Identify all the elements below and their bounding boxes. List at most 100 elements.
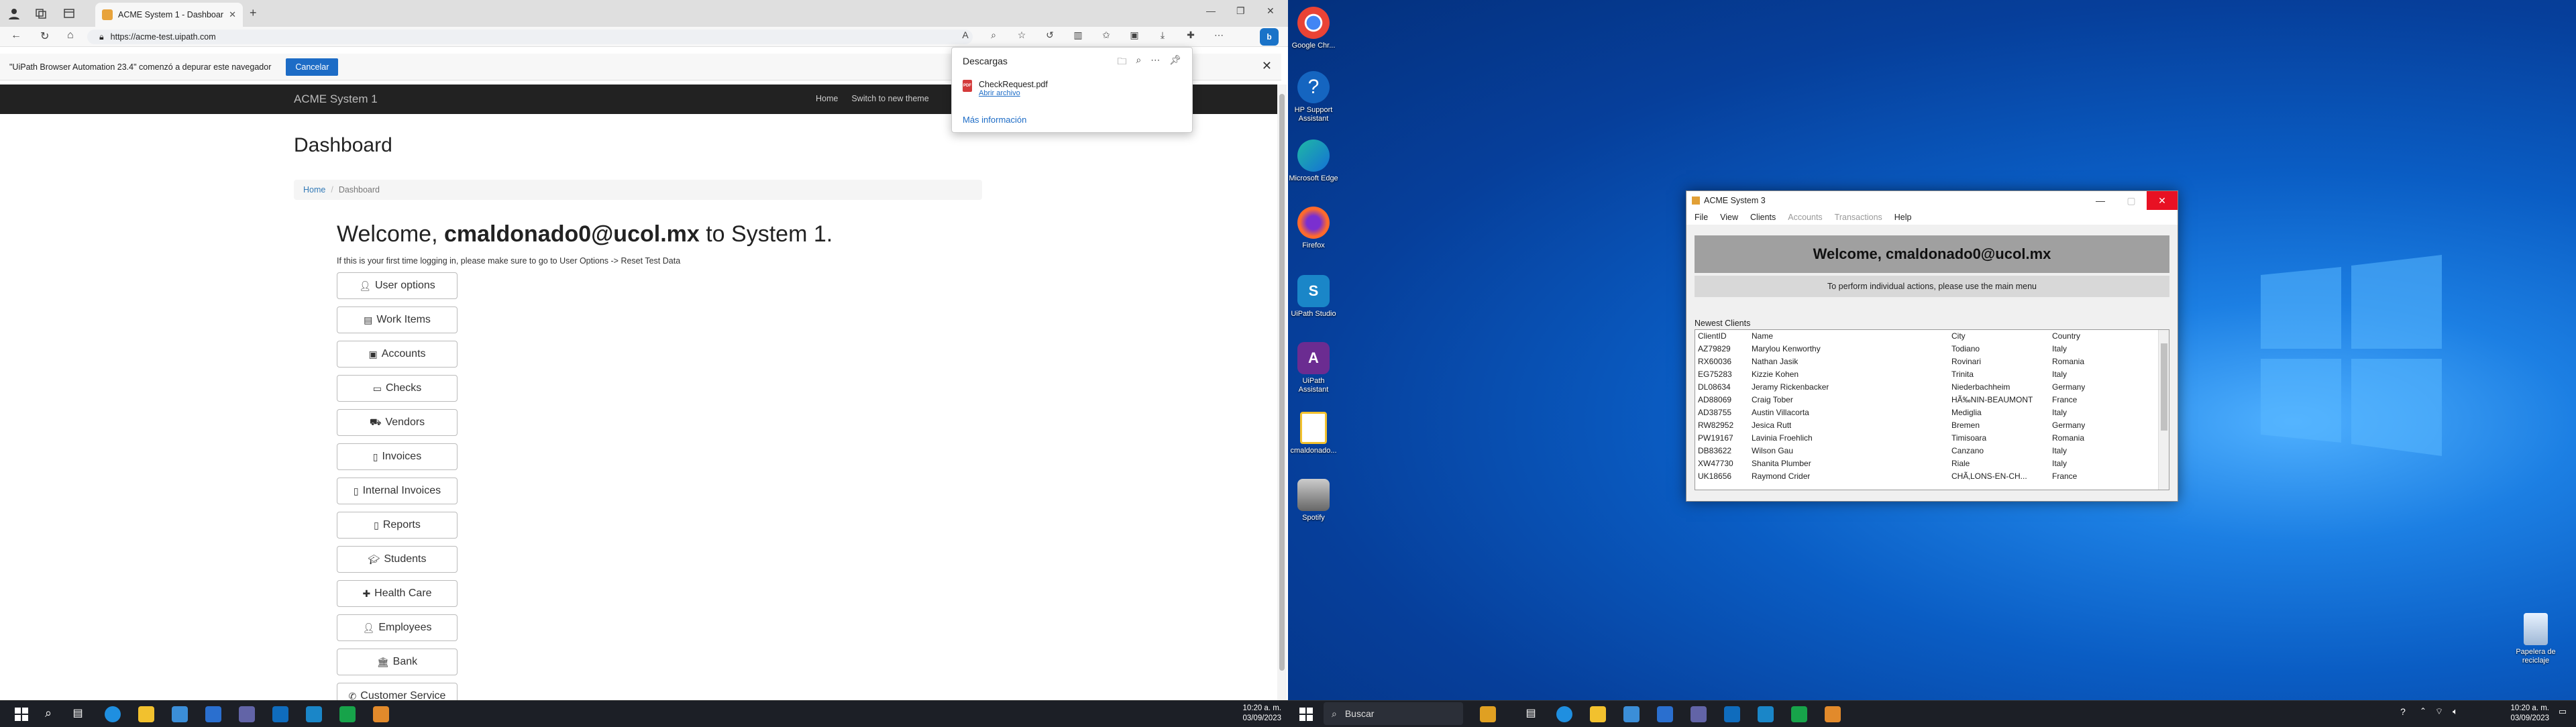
bank-button[interactable]: 🏛︎ Bank	[337, 649, 458, 675]
desktop-icon-firefox[interactable]: Firefox	[1287, 207, 1340, 250]
desktop-icon-uipath-assistant[interactable]: A UiPath Assistant	[1287, 342, 1340, 394]
mail-icon[interactable]	[1657, 706, 1673, 722]
user-options-button[interactable]: 👤︎ User options	[337, 272, 458, 299]
menu-view[interactable]: View	[1720, 213, 1738, 222]
tab-actions-icon[interactable]	[62, 6, 76, 21]
download-file-name[interactable]: CheckRequest.pdf	[979, 80, 1048, 89]
teams-icon[interactable]	[1690, 706, 1707, 722]
green-app-icon[interactable]	[1791, 706, 1807, 722]
table-row[interactable]: XW47730 Shanita Plumber Riale Italy	[1695, 457, 2158, 470]
search-icon[interactable]: ⌕	[1136, 54, 1141, 70]
table-row[interactable]: RX60036 Nathan Jasik Rovinari Romania	[1695, 355, 2158, 368]
tray-chevron-icon[interactable]: ⌃	[2415, 706, 2431, 722]
acme-app-icon[interactable]	[373, 706, 389, 722]
vendors-button[interactable]: ⛟ Vendors	[337, 409, 458, 436]
grid-scrollbar[interactable]	[2158, 330, 2169, 490]
internal-invoices-button[interactable]: ▯ Internal Invoices	[337, 478, 458, 504]
favorite-star-icon[interactable]: ☆	[1014, 30, 1029, 41]
read-aloud-icon[interactable]: A	[958, 30, 973, 41]
green-app-icon[interactable]	[339, 706, 356, 722]
windows-start-icon[interactable]	[13, 706, 30, 722]
pin-icon[interactable]: 📌︎	[1169, 54, 1181, 70]
notifications-icon[interactable]: ▭	[2555, 706, 2571, 722]
cancel-debug-button[interactable]: Cancelar	[286, 58, 339, 76]
open-file-link[interactable]: Abrir archivo	[979, 89, 1048, 97]
table-row[interactable]: DB83622 Wilson Gau Canzano Italy	[1695, 445, 2158, 457]
teams-icon[interactable]	[239, 706, 255, 722]
workspaces-icon[interactable]	[34, 6, 48, 21]
uipath-studio-icon[interactable]	[306, 706, 322, 722]
edge-icon[interactable]	[105, 706, 121, 722]
table-row[interactable]: AD38755 Austin Villacorta Mediglia Italy	[1695, 406, 2158, 419]
col-city[interactable]: City	[1951, 330, 1966, 343]
copilot-icon[interactable]: b	[1260, 28, 1279, 46]
nav-switch-theme[interactable]: Switch to new theme	[851, 94, 928, 103]
acme3-close-icon[interactable]: ✕	[2147, 191, 2178, 210]
more-options-icon[interactable]: ⋯	[1150, 54, 1160, 70]
page-scrollbar[interactable]	[1277, 85, 1287, 702]
close-tab-icon[interactable]: ✕	[229, 9, 236, 20]
volume-icon[interactable]: 🔈︎	[2447, 706, 2463, 722]
home-icon[interactable]: ⌂	[67, 30, 74, 42]
edge-icon[interactable]	[1556, 706, 1572, 722]
accounts-button[interactable]: ▣ Accounts	[337, 341, 458, 368]
address-input[interactable]: 🔒︎ https://acme-test.uipath.com	[87, 30, 973, 44]
extension-icon[interactable]: ✚	[1183, 30, 1198, 41]
desktop-icon-uipath-studio[interactable]: S UiPath Studio	[1287, 275, 1340, 319]
collections-icon[interactable]: ▣	[1127, 30, 1142, 41]
acme3-minimize-icon[interactable]: —	[2085, 191, 2116, 210]
menu-accounts[interactable]: Accounts	[1788, 213, 1822, 222]
network-icon[interactable]: ⌔	[2431, 706, 2447, 722]
profile-icon[interactable]	[7, 6, 21, 21]
scrollbar-thumb[interactable]	[1279, 94, 1285, 671]
newest-clients-grid[interactable]: ClientID Name City Country AZ79829 Marylo…	[1695, 329, 2169, 490]
menu-clients[interactable]: Clients	[1750, 213, 1776, 222]
desktop-icon-hp-support[interactable]: ? HP Support Assistant	[1287, 71, 1340, 123]
outlook-icon[interactable]	[272, 706, 288, 722]
col-name[interactable]: Name	[1752, 330, 1773, 343]
desktop-icon-chrome[interactable]: Google Chr...	[1287, 7, 1340, 50]
acme3-maximize-icon[interactable]: ▢	[2116, 191, 2147, 210]
menu-help[interactable]: Help	[1894, 213, 1912, 222]
taskbar-search[interactable]: ⌕ Buscar	[1324, 702, 1463, 725]
employees-button[interactable]: 👤︎ Employees	[337, 614, 458, 641]
table-row[interactable]: UK18656 Raymond Crider CHÃ‚LONS-EN-CH... Fr…	[1695, 470, 2158, 483]
table-row[interactable]: AD88069 Craig Tober HÃ‰NIN-BEAUMONT France	[1695, 394, 2158, 406]
search-icon[interactable]: ⌕	[40, 706, 56, 722]
acme-app-icon[interactable]	[1825, 706, 1841, 722]
help-tray-icon[interactable]: ?	[2395, 706, 2411, 722]
download-item[interactable]: PDF CheckRequest.pdf Abrir archivo	[963, 80, 1048, 97]
refresh-icon[interactable]: ↻	[40, 30, 49, 43]
breadcrumb-home[interactable]: Home	[303, 185, 325, 194]
students-button[interactable]: 🎓︎ Students	[337, 546, 458, 573]
mail-icon[interactable]	[205, 706, 221, 722]
briefcase-icon[interactable]	[1480, 706, 1496, 722]
menu-file[interactable]: File	[1695, 213, 1708, 222]
file-explorer-icon[interactable]	[1590, 706, 1606, 722]
menu-transactions[interactable]: Transactions	[1835, 213, 1882, 222]
store-icon[interactable]	[172, 706, 188, 722]
tab-acme-dashboard[interactable]: ACME System 1 - Dashboard ✕	[95, 3, 243, 27]
store-icon[interactable]	[1623, 706, 1640, 722]
task-view-icon[interactable]: ▤	[70, 706, 86, 722]
table-row[interactable]: EG75283 Kizzie Kohen Trinita Italy	[1695, 368, 2158, 381]
maximize-icon[interactable]: ❐	[1236, 5, 1245, 17]
more-menu-icon[interactable]: ⋯	[1212, 30, 1226, 41]
table-row[interactable]: AZ79829 Marylou Kenworthy Todiano Italy	[1695, 343, 2158, 355]
more-info-link[interactable]: Más información	[963, 115, 1026, 125]
taskbar-clock[interactable]: 10:20 a. m. 03/09/2023	[1228, 704, 1281, 724]
health-care-button[interactable]: ✚ Health Care	[337, 580, 458, 607]
close-window-icon[interactable]: ✕	[1267, 5, 1275, 17]
split-screen-icon[interactable]: ▥	[1071, 30, 1085, 41]
back-icon[interactable]: ←	[11, 30, 21, 42]
refresh-extension-icon[interactable]: ↺	[1042, 30, 1057, 41]
task-view-icon[interactable]: ▤	[1523, 706, 1539, 722]
nav-home[interactable]: Home	[816, 94, 838, 103]
grid-scrollbar-thumb[interactable]	[2161, 343, 2167, 431]
favorites-icon[interactable]: ✩	[1099, 30, 1114, 41]
table-row[interactable]: DL08634 Jeramy Rickenbacker Niederbachheim…	[1695, 381, 2158, 394]
file-explorer-icon[interactable]	[138, 706, 154, 722]
col-client-id[interactable]: ClientID	[1698, 330, 1727, 343]
outlook-icon[interactable]	[1724, 706, 1740, 722]
col-country[interactable]: Country	[2052, 330, 2080, 343]
